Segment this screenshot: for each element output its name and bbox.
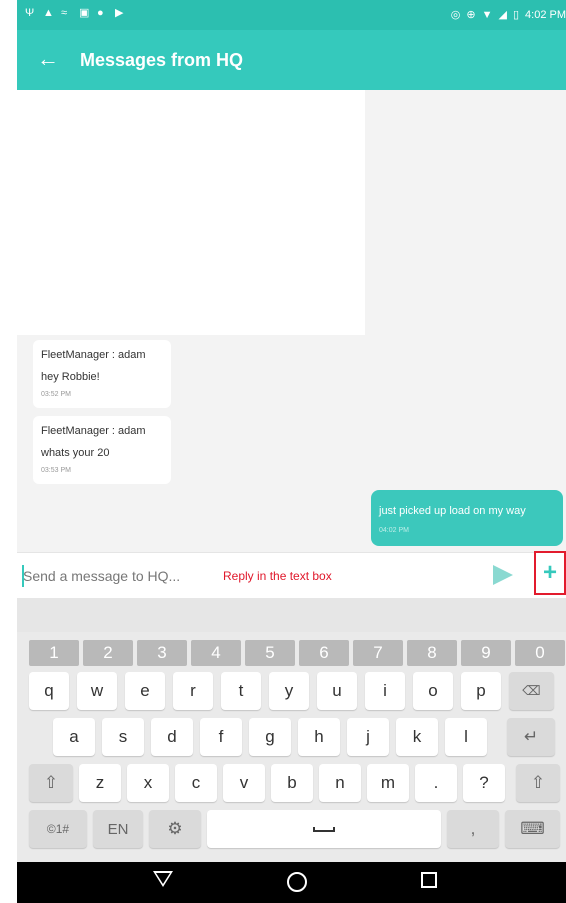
backspace-key[interactable]: ⌫ <box>509 672 554 710</box>
send-icon[interactable] <box>493 565 513 585</box>
nav-recents-icon[interactable] <box>421 872 437 888</box>
space-icon <box>313 826 335 832</box>
alert-icon: ▲ <box>43 7 54 19</box>
message-input[interactable] <box>23 563 213 589</box>
letter-key[interactable]: a <box>53 718 95 756</box>
letter-key[interactable]: z <box>79 764 121 802</box>
navigation-bar <box>17 862 566 903</box>
language-key[interactable]: EN <box>93 810 143 848</box>
letter-key[interactable]: . <box>415 764 457 802</box>
message-sender: FleetManager : adam <box>41 349 146 361</box>
soft-keyboard: 1234567890 qwertyuiop ⌫ asdfghjkl ↵ ⇧ zx… <box>17 632 566 862</box>
symbols-key[interactable]: ©1# <box>29 810 87 848</box>
letter-key[interactable]: l <box>445 718 487 756</box>
letter-key[interactable]: n <box>319 764 361 802</box>
play-icon: ▶ <box>115 7 124 19</box>
number-key[interactable]: 3 <box>137 640 187 666</box>
letter-key[interactable]: e <box>125 672 165 710</box>
message-text: hey Robbie! <box>41 371 100 383</box>
number-key[interactable]: 4 <box>191 640 241 666</box>
image-icon: ▣ <box>79 7 90 19</box>
letter-key[interactable]: y <box>269 672 309 710</box>
number-key[interactable]: 6 <box>299 640 349 666</box>
message-bubble-incoming: FleetManager : adam hey Robbie! 03:52 PM <box>33 340 171 408</box>
letter-key[interactable]: r <box>173 672 213 710</box>
status-time: 4:02 PM <box>525 8 566 21</box>
signal-icon: ◢ <box>498 9 507 21</box>
system-icons: ◎ ⊕ ▼ ◢ ▯ 4:02 PM <box>450 8 566 22</box>
letter-key[interactable]: s <box>102 718 144 756</box>
message-bubble-outgoing: just picked up load on my way 04:02 PM <box>371 490 563 546</box>
reply-hint-label: Reply in the text box <box>223 569 332 583</box>
image-placeholder <box>17 90 365 335</box>
message-time: 03:53 PM <box>41 467 71 474</box>
message-sender: FleetManager : adam <box>41 425 146 437</box>
sync-icon: ◎ <box>450 9 461 21</box>
letter-key[interactable]: o <box>413 672 453 710</box>
letter-key[interactable]: q <box>29 672 69 710</box>
message-composer: Reply in the text box <box>17 552 566 600</box>
nav-back-icon[interactable] <box>153 871 173 887</box>
number-key[interactable]: 7 <box>353 640 403 666</box>
number-key[interactable]: 2 <box>83 640 133 666</box>
phone-screen: Ψ ▲ ≈ ▣ ● ▶ ◎ ⊕ ▼ ◢ ▯ 4:02 PM ← Messages… <box>17 0 566 903</box>
letter-key[interactable]: w <box>77 672 117 710</box>
letter-key[interactable]: i <box>365 672 405 710</box>
message-time: 03:52 PM <box>41 391 71 398</box>
letter-key[interactable]: ? <box>463 764 505 802</box>
letter-key[interactable]: j <box>347 718 389 756</box>
settings-icon[interactable]: ⚙ <box>149 810 201 848</box>
shift-key[interactable]: ⇧ <box>29 764 73 802</box>
letter-key[interactable]: b <box>271 764 313 802</box>
letter-key[interactable]: v <box>223 764 265 802</box>
message-text: whats your 20 <box>41 447 110 459</box>
letter-key[interactable]: m <box>367 764 409 802</box>
app-bar: ← Messages from HQ <box>17 30 566 90</box>
letter-key[interactable]: c <box>175 764 217 802</box>
cast-icon: ≈ <box>61 7 68 19</box>
message-time: 04:02 PM <box>379 527 409 534</box>
battery-icon: ▯ <box>512 9 520 21</box>
letter-key[interactable]: x <box>127 764 169 802</box>
letter-key[interactable]: f <box>200 718 242 756</box>
letter-key[interactable]: h <box>298 718 340 756</box>
message-text: just picked up load on my way <box>379 505 526 517</box>
add-attachment-button[interactable]: + <box>534 551 566 595</box>
usb-icon: Ψ <box>25 7 35 19</box>
message-list[interactable]: FleetManager : adam hey Robbie! 03:52 PM… <box>17 90 566 552</box>
notification-icons: Ψ ▲ ≈ ▣ ● ▶ <box>25 8 125 19</box>
space-key[interactable] <box>207 810 441 848</box>
letter-key[interactable]: d <box>151 718 193 756</box>
bug-icon: ● <box>97 7 104 19</box>
alarm-icon: ⊕ <box>466 9 476 21</box>
comma-key[interactable]: , <box>447 810 499 848</box>
number-key[interactable]: 8 <box>407 640 457 666</box>
number-key[interactable]: 5 <box>245 640 295 666</box>
wifi-icon: ▼ <box>481 8 493 21</box>
letter-key[interactable]: p <box>461 672 501 710</box>
letter-key[interactable]: t <box>221 672 261 710</box>
number-key[interactable]: 1 <box>29 640 79 666</box>
nav-home-icon[interactable] <box>287 872 307 892</box>
enter-key[interactable]: ↵ <box>507 718 555 756</box>
status-bar: Ψ ▲ ≈ ▣ ● ▶ ◎ ⊕ ▼ ◢ ▯ 4:02 PM <box>17 0 566 30</box>
message-bubble-incoming: FleetManager : adam whats your 20 03:53 … <box>33 416 171 484</box>
letter-key[interactable]: u <box>317 672 357 710</box>
suggestion-strip <box>17 598 566 632</box>
back-arrow-icon[interactable]: ← <box>37 48 59 70</box>
letter-key[interactable]: g <box>249 718 291 756</box>
shift-key[interactable]: ⇧ <box>516 764 560 802</box>
keyboard-icon[interactable]: ⌨ <box>505 810 560 848</box>
number-key[interactable]: 0 <box>515 640 565 666</box>
page-title: Messages from HQ <box>80 50 244 70</box>
number-key[interactable]: 9 <box>461 640 511 666</box>
letter-key[interactable]: k <box>396 718 438 756</box>
